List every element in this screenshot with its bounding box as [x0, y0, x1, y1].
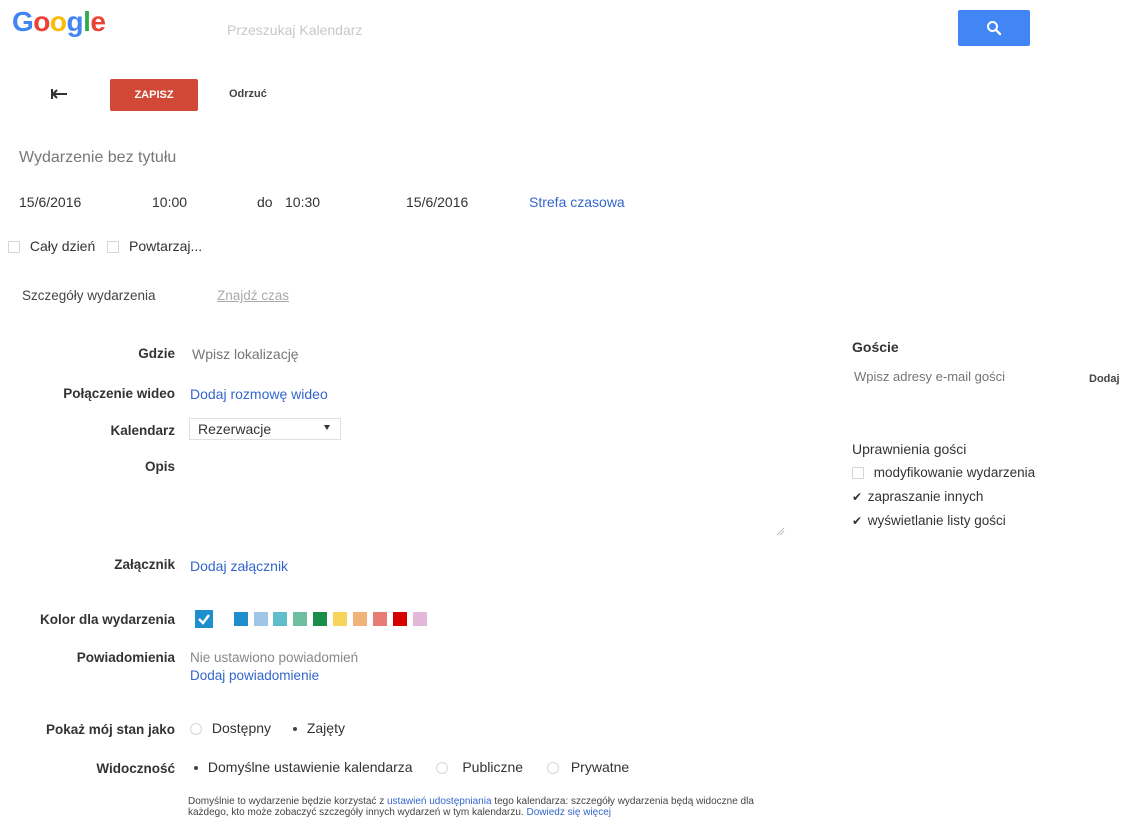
- perm-invite-label: zapraszanie innych: [867, 489, 984, 504]
- visibility-public-radio[interactable]: [436, 762, 449, 775]
- visibility-private-label: Prywatne: [570, 759, 630, 775]
- status-label: Pokaż mój stan jako: [45, 722, 175, 737]
- guest-email-input[interactable]: [852, 365, 1076, 387]
- color-swatch[interactable]: [293, 612, 307, 626]
- visibility-default-radio[interactable]: [190, 762, 202, 775]
- add-video-call-link[interactable]: Dodaj rozmowę wideo: [190, 386, 328, 402]
- perm-invite-checkbox[interactable]: ✔: [852, 490, 864, 504]
- logo-letter: g: [66, 6, 84, 37]
- logo-letter: o: [33, 6, 50, 37]
- timezone-link[interactable]: Strefa czasowa: [529, 194, 625, 210]
- color-swatch[interactable]: [234, 612, 248, 626]
- attachment-label: Załącznik: [114, 557, 175, 572]
- calendar-select-value: Rezerwacje: [198, 421, 272, 437]
- visibility-label: Widoczność: [96, 761, 175, 776]
- sharing-settings-link[interactable]: ustawień udostępniania: [387, 796, 492, 807]
- all-day-checkbox[interactable]: [8, 241, 20, 254]
- end-date[interactable]: 15/6/2016: [406, 194, 468, 210]
- status-busy-label: Zajęty: [306, 720, 345, 736]
- status-free-label: Dostępny: [211, 720, 272, 736]
- resize-handle-icon[interactable]: [776, 527, 785, 536]
- color-swatch[interactable]: [413, 612, 427, 626]
- all-day-row: Cały dzień Powtarzaj...: [8, 238, 202, 254]
- add-attachment-link[interactable]: Dodaj załącznik: [190, 558, 288, 574]
- add-notification-link[interactable]: Dodaj powiadomienie: [190, 668, 319, 683]
- to-label: do: [257, 194, 273, 210]
- start-time[interactable]: 10:00: [152, 194, 187, 210]
- where-label: Gdzie: [138, 346, 175, 361]
- visibility-default-label: Domyślne ustawienie kalendarza: [207, 759, 413, 775]
- status-options: Dostępny Zajęty: [190, 720, 345, 736]
- all-day-label: Cały dzień: [29, 238, 96, 254]
- status-busy-radio[interactable]: [288, 723, 301, 736]
- logo-letter: o: [49, 6, 67, 37]
- dropdown-arrow-icon: [324, 425, 330, 430]
- no-notifications-text: Nie ustawiono powiadomień: [190, 650, 359, 665]
- search-input[interactable]: [225, 14, 929, 46]
- guests-title: Goście: [852, 339, 899, 355]
- perm-see-list-checkbox[interactable]: ✔: [852, 514, 864, 528]
- color-swatch[interactable]: [373, 612, 387, 626]
- description-textarea[interactable]: [190, 455, 789, 541]
- note-text-1: Domyślnie to wydarzenie będzie korzystać…: [188, 796, 387, 807]
- perm-see-list-row: ✔ wyświetlanie listy gości: [852, 513, 1006, 528]
- repeat-label: Powtarzaj...: [129, 238, 203, 254]
- perm-modify-label: modyfikowanie wydarzenia: [873, 465, 1036, 480]
- end-time[interactable]: 10:30: [285, 194, 320, 210]
- google-logo[interactable]: Google: [12, 6, 106, 38]
- tab-find-time[interactable]: Znajdź czas: [217, 288, 289, 303]
- status-free-radio[interactable]: [190, 723, 202, 736]
- event-title-input[interactable]: [17, 143, 521, 173]
- back-button[interactable]: [44, 82, 74, 106]
- video-label: Połączenie wideo: [63, 386, 175, 401]
- visibility-note: Domyślnie to wydarzenie będzie korzystać…: [188, 796, 788, 818]
- discard-button[interactable]: Odrzuć: [229, 88, 267, 100]
- visibility-options: Domyślne ustawienie kalendarza Publiczne…: [190, 759, 629, 775]
- color-swatch[interactable]: [353, 612, 367, 626]
- where-input[interactable]: [190, 341, 574, 367]
- perm-modify-checkbox[interactable]: [852, 467, 864, 480]
- logo-letter: G: [12, 6, 34, 37]
- visibility-public-label: Publiczne: [462, 759, 524, 775]
- color-swatch[interactable]: [273, 612, 287, 626]
- color-swatch-selected[interactable]: [195, 610, 213, 628]
- learn-more-link[interactable]: Dowiedz się więcej: [527, 807, 611, 818]
- tab-event-details[interactable]: Szczegóły wydarzenia: [22, 288, 156, 303]
- guest-permissions-title: Uprawnienia gości: [852, 441, 967, 457]
- check-icon: [198, 614, 210, 625]
- color-swatch[interactable]: [254, 612, 268, 626]
- start-date[interactable]: 15/6/2016: [19, 194, 81, 210]
- color-label: Kolor dla wydarzenia: [39, 612, 175, 627]
- color-swatch[interactable]: [393, 612, 407, 626]
- perm-modify-row: modyfikowanie wydarzenia: [852, 465, 1035, 480]
- calendar-select[interactable]: Rezerwacje: [189, 418, 341, 440]
- notifications-label: Powiadomienia: [76, 650, 175, 665]
- description-label: Opis: [144, 459, 175, 474]
- color-swatch[interactable]: [313, 612, 327, 626]
- repeat-checkbox[interactable]: [107, 241, 120, 254]
- add-guest-button[interactable]: Dodaj: [1089, 373, 1120, 385]
- search-button[interactable]: [958, 10, 1030, 46]
- logo-letter: l: [83, 6, 91, 37]
- calendar-label: Kalendarz: [110, 423, 175, 438]
- save-button[interactable]: ZAPISZ: [110, 79, 198, 111]
- color-swatch[interactable]: [333, 612, 347, 626]
- logo-letter: e: [90, 6, 106, 37]
- back-arrow-icon: [51, 89, 67, 99]
- visibility-private-radio[interactable]: [546, 762, 559, 775]
- perm-invite-row: ✔ zapraszanie innych: [852, 489, 983, 504]
- search-icon: [987, 21, 1002, 36]
- perm-see-list-label: wyświetlanie listy gości: [867, 513, 1006, 528]
